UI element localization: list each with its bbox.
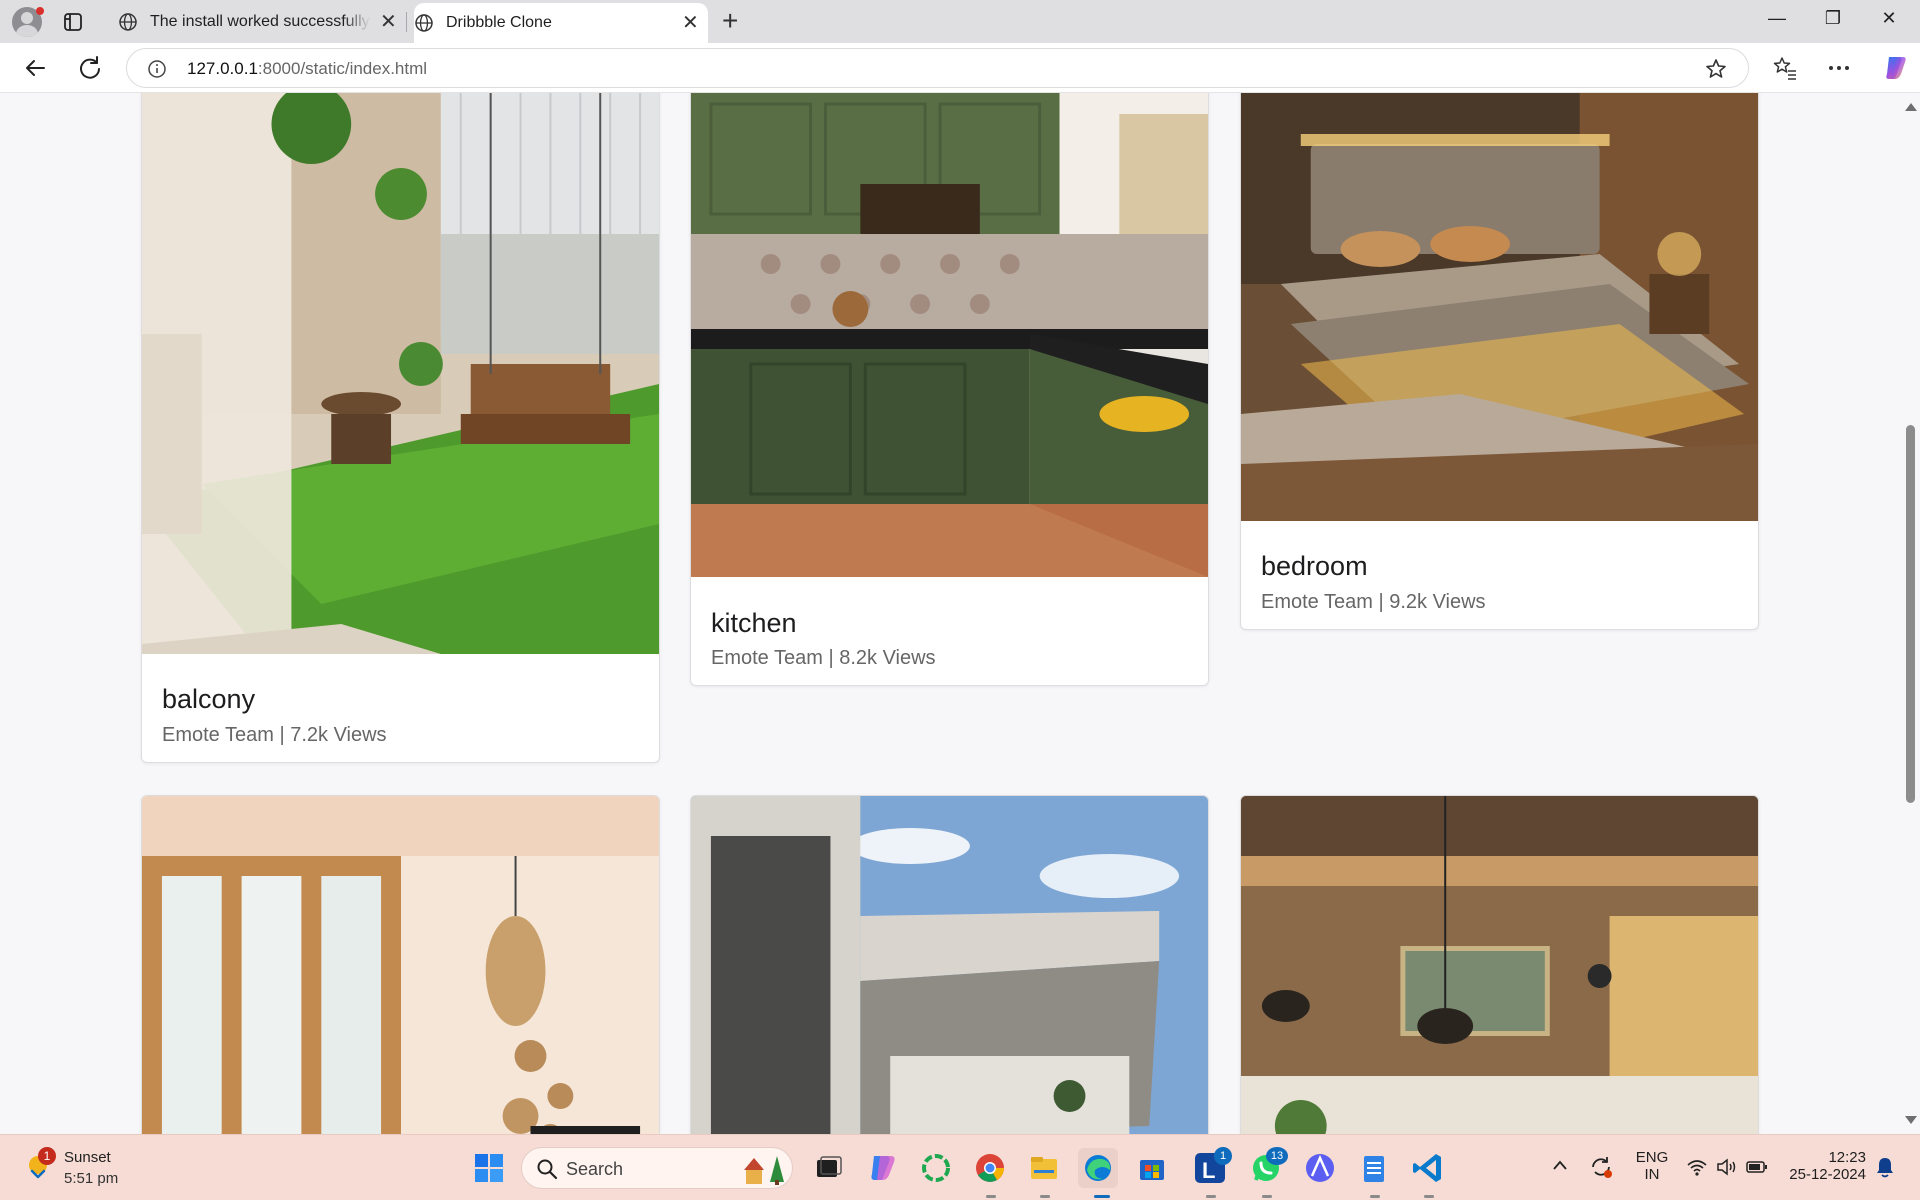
- wifi-icon[interactable]: [1686, 1157, 1708, 1177]
- scroll-up-arrow[interactable]: [1905, 103, 1917, 111]
- shot-card-bedroom[interactable]: bedroom Emote Team | 9.2k Views: [1240, 93, 1759, 630]
- chrome-icon[interactable]: [970, 1148, 1010, 1188]
- windows-start-icon[interactable]: [474, 1153, 504, 1183]
- notepad-icon[interactable]: [1354, 1148, 1394, 1188]
- globe-icon: [415, 14, 433, 32]
- minimize-icon[interactable]: —: [1754, 8, 1800, 29]
- taskbar: 1 Sunset 5:51 pm Search L 1 13 ENG IN 12…: [0, 1134, 1920, 1200]
- language-indicator[interactable]: ENG IN: [1632, 1149, 1672, 1183]
- whatsapp-running-indicator: [1262, 1195, 1272, 1198]
- url-text[interactable]: 127.0.0.1:8000/static/index.html: [187, 59, 427, 79]
- battery-icon[interactable]: [1746, 1159, 1768, 1175]
- shot-meta: Emote Team | 9.2k Views: [1261, 591, 1486, 613]
- shot-meta: Emote Team | 7.2k Views: [162, 724, 387, 746]
- star-icon[interactable]: [1704, 57, 1728, 81]
- task-view-icon[interactable]: [808, 1148, 848, 1188]
- volume-icon[interactable]: [1716, 1157, 1738, 1177]
- shot-title[interactable]: balcony: [162, 684, 255, 715]
- favorites-icon[interactable]: [1772, 55, 1798, 81]
- copilot-app-icon[interactable]: [862, 1148, 902, 1188]
- store-icon[interactable]: [1132, 1148, 1172, 1188]
- page-viewport: balcony Emote Team | 7.2k Views kitchen …: [0, 93, 1900, 1134]
- weather-badge: 1: [38, 1147, 56, 1165]
- shot-title[interactable]: bedroom: [1261, 551, 1368, 582]
- clock[interactable]: 12:23 25-12-2024: [1782, 1149, 1866, 1183]
- vscode-icon[interactable]: [1408, 1148, 1448, 1188]
- maximize-icon[interactable]: ❐: [1810, 8, 1856, 29]
- file-explorer-icon[interactable]: [1024, 1148, 1064, 1188]
- weather-time: 5:51 pm: [64, 1170, 119, 1187]
- info-icon[interactable]: [147, 59, 167, 79]
- holiday-decoration-icon: [744, 1156, 784, 1185]
- sync-icon[interactable]: [1588, 1154, 1614, 1180]
- shot-card-living-room[interactable]: [141, 795, 660, 1134]
- weather-title: Sunset: [64, 1149, 111, 1166]
- close-window-icon[interactable]: ✕: [1866, 8, 1912, 29]
- notepad-running-indicator: [1370, 1195, 1380, 1198]
- scroll-down-arrow[interactable]: [1905, 1116, 1917, 1124]
- whatsapp-badge: 13: [1266, 1147, 1288, 1165]
- address-bar[interactable]: 127.0.0.1:8000/static/index.html: [126, 48, 1749, 88]
- reload-icon[interactable]: [75, 53, 105, 83]
- shot-image-kitchen[interactable]: [691, 93, 1208, 577]
- scroll-thumb[interactable]: [1906, 425, 1915, 803]
- globe-icon: [119, 12, 137, 31]
- shot-title[interactable]: kitchen: [711, 608, 797, 639]
- shot-card-kitchen[interactable]: kitchen Emote Team | 8.2k Views: [690, 93, 1209, 686]
- back-icon[interactable]: [20, 53, 50, 83]
- chrome-running-indicator: [986, 1195, 996, 1198]
- edge-active-indicator: [1094, 1195, 1110, 1198]
- shot-image-exterior[interactable]: [691, 796, 1208, 1134]
- close-icon[interactable]: ✕: [682, 13, 699, 33]
- chevron-up-icon[interactable]: [1552, 1159, 1568, 1171]
- tab-title: The install worked successfully! Congrat…: [150, 12, 370, 30]
- refresh-app-icon[interactable]: [916, 1148, 956, 1188]
- notification-bell-icon[interactable]: [1874, 1155, 1896, 1179]
- explorer-running-indicator: [1040, 1195, 1050, 1198]
- shot-image-bedroom[interactable]: [1241, 93, 1758, 521]
- shot-image-living-room[interactable]: [142, 796, 659, 1134]
- tab-dribbble-clone[interactable]: Dribbble Clone ✕: [414, 3, 708, 43]
- shot-image-balcony[interactable]: [142, 93, 659, 654]
- search-label: Search: [566, 1159, 624, 1179]
- tab-actions-icon[interactable]: [62, 11, 84, 33]
- shot-card-open-kitchen[interactable]: [1240, 795, 1759, 1134]
- shot-card-balcony[interactable]: balcony Emote Team | 7.2k Views: [141, 93, 660, 763]
- copilot-icon[interactable]: [1880, 53, 1910, 83]
- tab-install-success[interactable]: The install worked successfully! Congrat…: [104, 0, 406, 43]
- shot-meta: Emote Team | 8.2k Views: [711, 647, 936, 669]
- shot-image-open-kitchen[interactable]: [1241, 796, 1758, 1134]
- browser-toolbar: 127.0.0.1:8000/static/index.html: [0, 43, 1920, 93]
- plus-icon[interactable]: +: [722, 6, 738, 36]
- taskbar-search[interactable]: Search: [521, 1147, 793, 1189]
- affinity-icon[interactable]: [1300, 1148, 1340, 1188]
- lens-running-indicator: [1206, 1195, 1216, 1198]
- svg-text:L: L: [1202, 1158, 1215, 1183]
- close-icon[interactable]: ✕: [380, 12, 397, 32]
- edge-icon[interactable]: [1078, 1148, 1118, 1188]
- notification-dot: [36, 7, 44, 15]
- tab-title: Dribbble Clone: [446, 14, 552, 31]
- tab-separator: [406, 12, 407, 32]
- more-icon[interactable]: [1826, 55, 1852, 81]
- browser-titlebar: The install worked successfully! Congrat…: [0, 0, 1920, 43]
- shot-card-exterior[interactable]: [690, 795, 1209, 1134]
- search-icon: [537, 1159, 558, 1180]
- page-scrollbar[interactable]: [1900, 93, 1920, 1134]
- lens-badge: 1: [1214, 1147, 1232, 1165]
- vscode-running-indicator: [1424, 1195, 1434, 1198]
